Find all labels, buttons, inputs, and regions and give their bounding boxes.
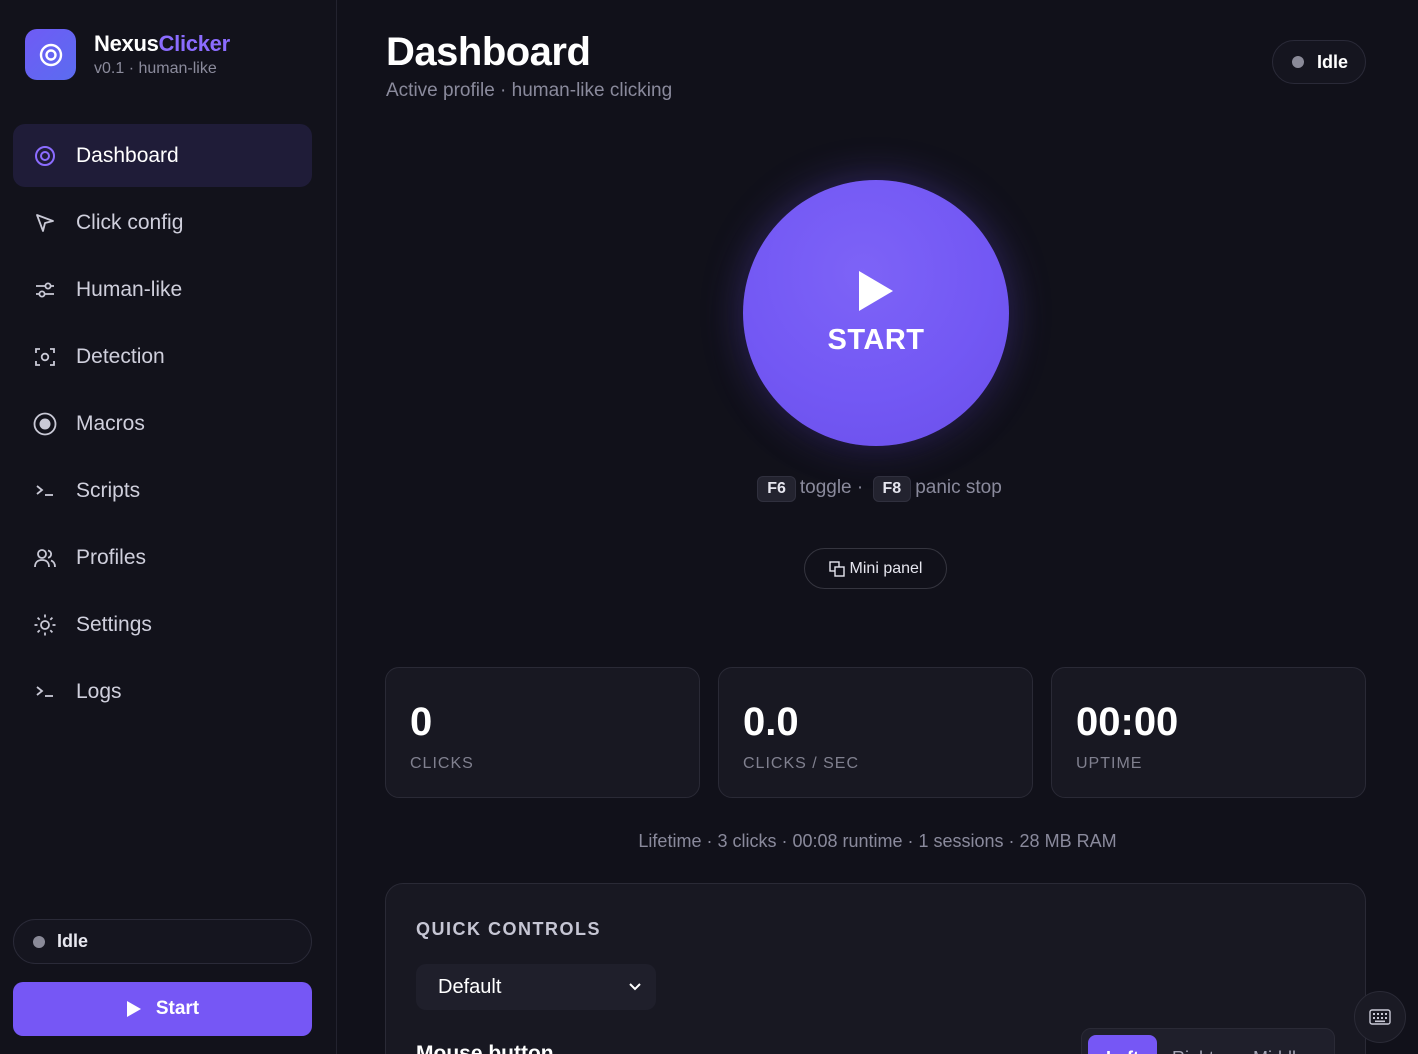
header-status-text: Idle	[1317, 51, 1349, 72]
header-status-badge: Idle	[1272, 40, 1366, 84]
sun-icon	[33, 613, 57, 637]
sidebar-item-label: Macros	[76, 411, 145, 435]
stat-caption: CLICKS	[410, 755, 474, 772]
profile-select-value: Default	[438, 975, 502, 998]
mini-panel-button[interactable]: Mini panel	[804, 548, 947, 589]
users-icon	[33, 546, 57, 570]
sidebar-item-human-like[interactable]: Human-like	[13, 258, 312, 321]
sidebar-status-text: Idle	[57, 931, 89, 951]
terminal-icon	[33, 479, 57, 503]
brand-logo-icon	[25, 29, 76, 80]
sidebar-item-label: Dashboard	[76, 143, 179, 167]
sidebar-start-label: Start	[155, 998, 200, 1019]
keyboard-icon	[1369, 1009, 1391, 1025]
main-content: Dashboard Active profile · human-like cl…	[337, 0, 1418, 1054]
target-icon	[33, 144, 57, 168]
scan-icon	[33, 345, 57, 369]
record-icon	[33, 412, 57, 436]
sidebar-item-click-config[interactable]: Click config	[13, 191, 312, 254]
sidebar-item-label: Human-like	[76, 277, 183, 301]
sidebar-item-macros[interactable]: Macros	[13, 392, 312, 455]
mouse-button-left[interactable]: Left	[1088, 1035, 1157, 1054]
keyboard-shortcuts-button[interactable]	[1354, 991, 1406, 1043]
play-icon	[859, 270, 893, 311]
toggle-hotkey: F6	[757, 476, 796, 502]
sidebar-item-label: Scripts	[76, 478, 141, 502]
cursor-icon	[33, 211, 57, 235]
brand: NexusClicker v0.1 · human-like	[25, 29, 230, 80]
windows-icon	[828, 560, 845, 577]
stat-card-uptime: 00:00 UPTIME	[1051, 667, 1366, 798]
sidebar: NexusClicker v0.1 · human-like Dashboard…	[0, 0, 337, 1054]
sidebar-start-button[interactable]: Start	[13, 982, 312, 1036]
stat-value: 0	[410, 700, 433, 744]
sidebar-item-detection[interactable]: Detection	[13, 325, 312, 388]
status-dot-icon	[33, 935, 45, 948]
sidebar-item-profiles[interactable]: Profiles	[13, 526, 312, 589]
sidebar-item-label: Logs	[76, 679, 122, 703]
brand-version: v0.1 · human-like	[94, 60, 217, 77]
sidebar-item-settings[interactable]: Settings	[13, 593, 312, 656]
mouse-button-middle[interactable]: Middle	[1235, 1035, 1324, 1054]
play-icon	[126, 1001, 141, 1017]
sidebar-item-label: Profiles	[76, 545, 147, 569]
sidebar-item-dashboard[interactable]: Dashboard	[13, 124, 312, 187]
panic-hint-text: panic stop	[915, 477, 1002, 498]
start-button[interactable]: START	[743, 180, 1009, 446]
mini-panel-label: Mini panel	[849, 559, 923, 577]
stat-caption: CLICKS / SEC	[743, 755, 860, 772]
quick-controls-panel: QUICK CONTROLS Default Mouse button Left…	[385, 883, 1366, 1054]
terminal-icon	[33, 680, 57, 704]
mouse-button-label: Mouse button	[416, 1042, 554, 1054]
chevron-down-icon	[629, 983, 641, 991]
sidebar-item-label: Detection	[76, 344, 165, 368]
brand-name: NexusClicker	[94, 31, 230, 56]
sidebar-status-badge: Idle	[13, 919, 312, 964]
page-title: Dashboard	[386, 30, 591, 74]
stat-card-clicks: 0 CLICKS	[385, 667, 700, 798]
sidebar-item-logs[interactable]: Logs	[13, 660, 312, 723]
toggle-hint-text: toggle ·	[799, 477, 864, 498]
mouse-button-right[interactable]: Right	[1154, 1035, 1232, 1054]
hotkey-hint: F6 toggle · F8 panic stop	[337, 476, 1418, 502]
sliders-icon	[33, 278, 57, 302]
status-dot-icon	[1292, 56, 1304, 68]
stat-card-cps: 0.0 CLICKS / SEC	[718, 667, 1033, 798]
page-subtitle: Active profile · human-like clicking	[386, 80, 673, 101]
panic-hotkey: F8	[872, 476, 912, 502]
mouse-button-segmented: Left Right Middle	[1081, 1028, 1335, 1054]
stat-caption: UPTIME	[1076, 755, 1143, 772]
sidebar-nav: Dashboard Click config Human-like Detect…	[13, 124, 312, 727]
stat-value: 00:00	[1076, 700, 1179, 744]
profile-select[interactable]: Default	[416, 964, 656, 1010]
sidebar-item-scripts[interactable]: Scripts	[13, 459, 312, 522]
start-button-label: START	[827, 323, 925, 356]
lifetime-summary: Lifetime · 3 clicks · 00:08 runtime · 1 …	[638, 831, 1117, 851]
sidebar-item-label: Click config	[76, 210, 184, 234]
quick-controls-title: QUICK CONTROLS	[416, 919, 601, 939]
stat-value: 0.0	[743, 700, 799, 744]
sidebar-item-label: Settings	[76, 612, 152, 636]
